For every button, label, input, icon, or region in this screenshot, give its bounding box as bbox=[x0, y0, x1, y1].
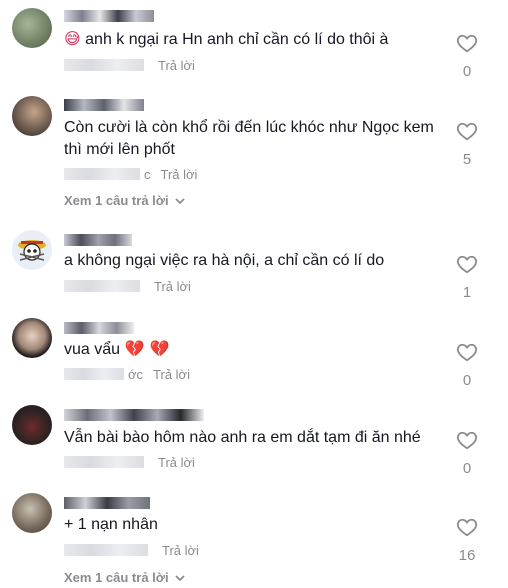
like-count: 16 bbox=[458, 547, 476, 564]
view-replies-label: Xem 1 câu trả lời bbox=[64, 193, 169, 208]
comment-meta: Trả lời bbox=[64, 455, 195, 470]
comment-body: Vẫn bài bào hôm nào anh ra em dắt tạm đi… bbox=[64, 429, 421, 446]
comment-body: vua vẩu bbox=[64, 341, 121, 358]
timestamp-blurred bbox=[64, 544, 148, 556]
heart-outline-icon bbox=[456, 122, 478, 141]
like-count: 0 bbox=[462, 63, 472, 80]
chevron-down-icon bbox=[174, 574, 185, 581]
heart-outline-icon bbox=[456, 343, 478, 362]
view-replies-button[interactable]: Xem 1 câu trả lời bbox=[64, 570, 185, 585]
skull-logo-icon bbox=[18, 240, 46, 261]
username-blurred[interactable] bbox=[64, 497, 150, 509]
reply-button[interactable]: Trả lời bbox=[161, 167, 198, 182]
avatar[interactable] bbox=[12, 405, 52, 445]
reply-button[interactable]: Trả lời bbox=[153, 367, 190, 382]
timestamp-blurred bbox=[64, 368, 124, 380]
reply-button[interactable]: Trả lời bbox=[158, 58, 195, 73]
heart-outline-icon bbox=[456, 34, 478, 53]
comment-body: anh k ngại ra Hn anh chỉ cần có lí do th… bbox=[85, 31, 389, 48]
comment-meta: Trả lời bbox=[64, 543, 199, 558]
timestamp-blurred bbox=[64, 456, 144, 468]
avatar[interactable] bbox=[12, 493, 52, 533]
broken-heart-emoji: 💔 💔 bbox=[124, 339, 170, 358]
username-blurred[interactable] bbox=[64, 10, 154, 22]
comment-body: Còn cười là còn khổ rồi đến lúc khóc như… bbox=[64, 119, 434, 158]
like-button[interactable]: 0 bbox=[452, 430, 482, 477]
avatar[interactable] bbox=[12, 318, 52, 358]
heart-outline-icon bbox=[456, 431, 478, 450]
view-replies-button[interactable]: Xem 1 câu trả lời bbox=[64, 193, 185, 208]
timestamp-blurred bbox=[64, 168, 140, 180]
like-button[interactable]: 5 bbox=[452, 121, 482, 168]
timestamp-blurred bbox=[64, 59, 144, 71]
emoji: 😅 bbox=[64, 29, 81, 48]
reply-button[interactable]: Trả lời bbox=[158, 455, 195, 470]
timestamp-fragment: c bbox=[144, 166, 151, 182]
view-replies-label: Xem 1 câu trả lời bbox=[64, 570, 169, 585]
avatar[interactable] bbox=[12, 96, 52, 136]
comment-meta: Trả lời bbox=[64, 279, 191, 294]
comment-text: vua vẩu 💔 💔 bbox=[64, 338, 444, 361]
comment-body: a không ngại việc ra hà nội, a chỉ cần c… bbox=[64, 252, 385, 269]
like-count: 0 bbox=[462, 460, 472, 477]
comment-text: + 1 nạn nhân bbox=[64, 514, 444, 536]
timestamp-fragment: ớc bbox=[128, 366, 144, 382]
avatar[interactable] bbox=[12, 8, 52, 48]
like-count: 5 bbox=[462, 151, 472, 168]
avatar[interactable] bbox=[12, 230, 52, 270]
like-button[interactable]: 0 bbox=[452, 342, 482, 389]
chevron-down-icon bbox=[174, 197, 185, 204]
timestamp-blurred bbox=[64, 280, 140, 292]
like-count: 0 bbox=[462, 372, 472, 389]
like-count: 1 bbox=[462, 284, 472, 301]
username-blurred[interactable] bbox=[64, 234, 132, 246]
username-blurred[interactable] bbox=[64, 99, 144, 111]
comment-body: + 1 nạn nhân bbox=[64, 516, 158, 533]
username-blurred[interactable] bbox=[64, 409, 204, 421]
reply-button[interactable]: Trả lời bbox=[162, 543, 199, 558]
comment-text: a không ngại việc ra hà nội, a chỉ cần c… bbox=[64, 250, 444, 272]
comment-meta: Trả lời bbox=[64, 58, 195, 73]
reply-button[interactable]: Trả lời bbox=[154, 279, 191, 294]
comment-text: Vẫn bài bào hôm nào anh ra em dắt tạm đi… bbox=[64, 427, 444, 449]
username-blurred[interactable] bbox=[64, 322, 134, 334]
like-button[interactable]: 1 bbox=[452, 254, 482, 301]
like-button[interactable]: 0 bbox=[452, 33, 482, 80]
like-button[interactable]: 16 bbox=[452, 517, 482, 564]
heart-outline-icon bbox=[456, 518, 478, 537]
heart-outline-icon bbox=[456, 255, 478, 274]
comment-meta: c Trả lời bbox=[64, 166, 198, 182]
comment-meta: ớc Trả lời bbox=[64, 366, 190, 382]
comment-text: Còn cười là còn khổ rồi đến lúc khóc như… bbox=[64, 117, 444, 161]
comment-text: 😅 anh k ngại ra Hn anh chỉ cần có lí do … bbox=[64, 28, 444, 51]
